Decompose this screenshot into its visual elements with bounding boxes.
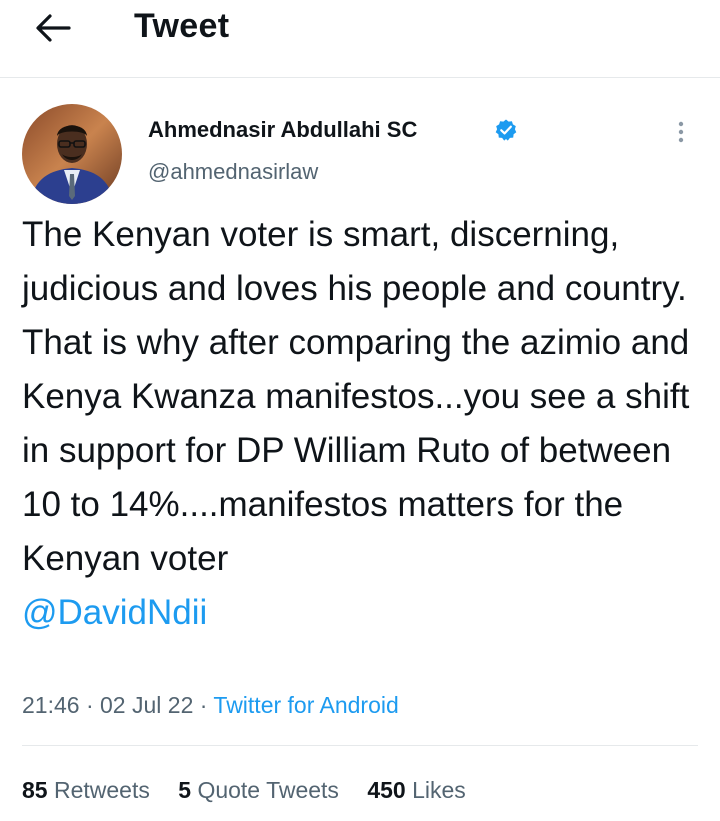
avatar[interactable]	[22, 104, 122, 204]
likes-label: Likes	[412, 777, 466, 803]
arrow-left-icon	[36, 14, 71, 42]
author-handle[interactable]: @ahmednasirlaw	[148, 158, 318, 186]
meta-separator: ·	[85, 692, 94, 718]
more-options-button[interactable]	[666, 118, 696, 148]
meta-separator: ·	[199, 692, 208, 718]
tweet-text: The Kenyan voter is smart, discerning, j…	[22, 208, 712, 640]
page-title: Tweet	[134, 7, 230, 45]
tweet-body: The Kenyan voter is smart, discerning, j…	[22, 215, 690, 578]
quote-tweets-stat[interactable]: 5 Quote Tweets	[178, 777, 339, 803]
retweets-count: 85	[22, 777, 48, 803]
quote-tweets-label: Quote Tweets	[197, 777, 339, 803]
retweets-stat[interactable]: 85 Retweets	[22, 777, 150, 803]
back-button[interactable]	[30, 8, 76, 48]
tweet-meta: 21:46 · 02 Jul 22 · Twitter for Android	[22, 690, 399, 720]
top-bar: Tweet	[0, 0, 720, 78]
divider	[22, 745, 698, 746]
tweet-time: 21:46	[22, 692, 80, 718]
mention-link[interactable]: @DavidNdii	[22, 586, 712, 640]
retweets-label: Retweets	[53, 777, 150, 803]
tweet-date: 02 Jul 22	[100, 692, 194, 718]
more-vertical-icon	[678, 121, 684, 143]
likes-count: 450	[367, 777, 406, 803]
verified-badge-icon	[494, 118, 518, 142]
likes-stat[interactable]: 450 Likes	[367, 777, 465, 803]
tweet-stats: 85 Retweets 5 Quote Tweets 450 Likes	[22, 775, 488, 805]
author-name[interactable]: Ahmednasir Abdullahi SC	[148, 116, 417, 144]
tweet-source-link[interactable]: Twitter for Android	[213, 692, 398, 718]
quote-tweets-count: 5	[178, 777, 192, 803]
